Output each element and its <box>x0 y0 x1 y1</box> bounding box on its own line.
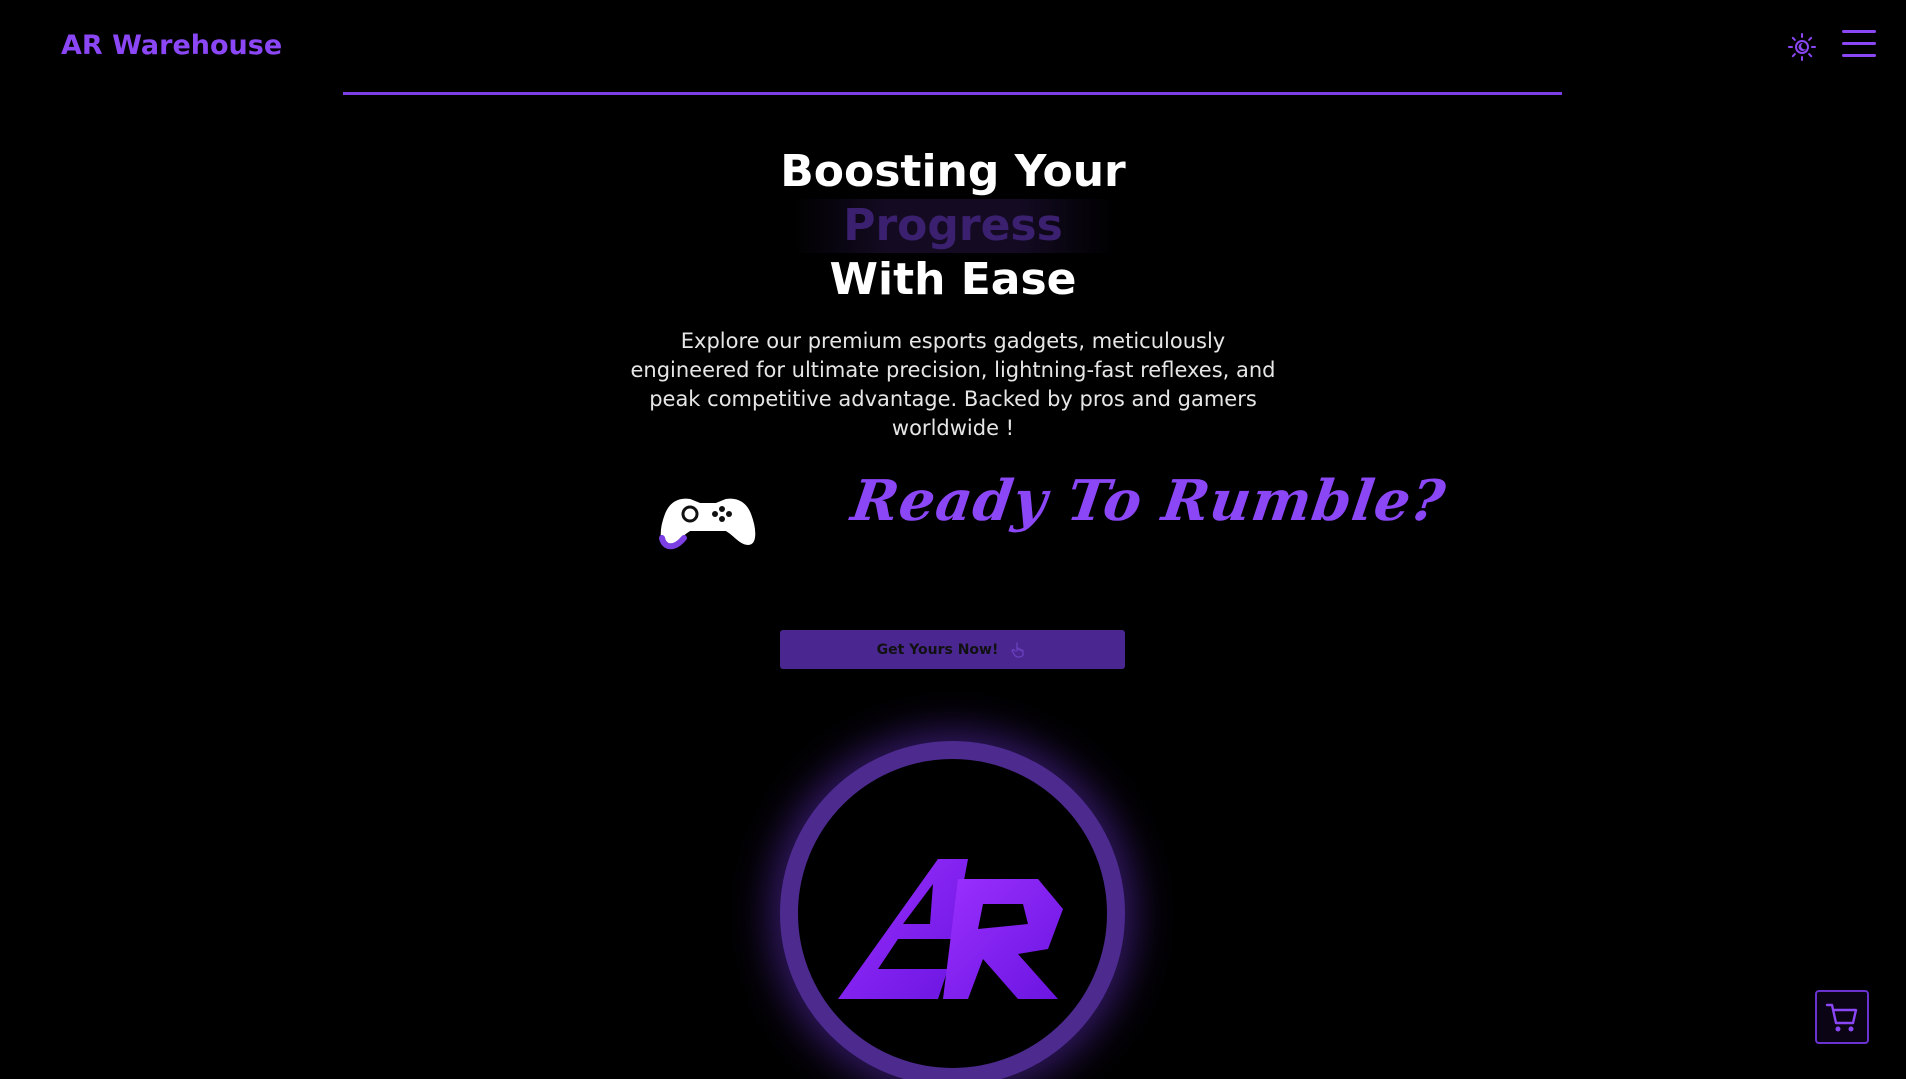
hamburger-menu-icon <box>1842 30 1876 33</box>
shopping-cart-icon <box>1825 1003 1858 1032</box>
brand-logo-text[interactable]: AR Warehouse <box>61 30 282 61</box>
tagline-text: Ready To Rumble? <box>847 468 1450 534</box>
ar-logo-icon <box>838 859 1063 999</box>
hero-description: Explore our premium esports gadgets, met… <box>630 329 1276 440</box>
cta-label: Get Yours Now! <box>876 641 999 658</box>
sun-moon-icon <box>1788 33 1816 61</box>
theme-toggle-button[interactable] <box>1787 32 1817 62</box>
hamburger-menu-button[interactable] <box>1842 30 1876 60</box>
shopping-cart-button[interactable] <box>1815 990 1869 1044</box>
hero-title-highlight: Progress <box>793 199 1113 253</box>
header-divider <box>343 92 1562 95</box>
pointer-hand-icon <box>1011 641 1025 658</box>
hero-title-line1: Boosting Your <box>780 146 1126 197</box>
get-yours-now-button[interactable]: Get Yours Now! <box>780 630 1125 669</box>
ar-logo-badge <box>780 741 1125 1079</box>
hero-section: Boosting Your Progress With Ease Explore… <box>0 145 1906 443</box>
gamepad-icon <box>658 482 758 562</box>
hero-title-line3: With Ease <box>829 254 1077 305</box>
